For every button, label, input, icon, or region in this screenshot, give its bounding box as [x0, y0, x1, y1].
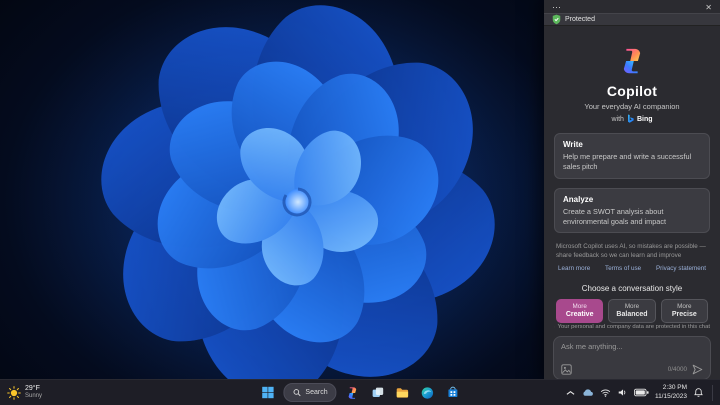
with-label: with	[611, 115, 624, 123]
tray-time: 2:30 PM	[662, 384, 687, 392]
ai-disclaimer-text: Microsoft Copilot uses AI, so mistakes a…	[556, 243, 706, 260]
add-image-icon[interactable]	[561, 364, 572, 375]
store-icon	[448, 386, 458, 397]
weather-condition: Sunny	[25, 393, 43, 400]
volume-icon[interactable]	[617, 387, 628, 398]
battery-icon[interactable]	[633, 388, 649, 397]
chat-input[interactable]	[561, 342, 703, 359]
copilot-title: Copilot	[606, 83, 658, 99]
card-body: Create a SWOT analysis about environment…	[563, 206, 667, 226]
chat-composer[interactable]: 0/4000	[553, 336, 711, 380]
card-title: Analyze	[563, 194, 594, 204]
clock-widget[interactable]: 2:30 PM 11/15/2023	[655, 384, 687, 401]
taskbar-center-icons: Search	[258, 380, 461, 405]
tray-date: 11/15/2023	[654, 392, 687, 400]
suggestion-card-analyze[interactable]: Analyze Create a SWOT analysis about env…	[554, 187, 710, 234]
edge-icon	[421, 386, 434, 399]
search-label: Search	[305, 389, 328, 396]
conversation-style-heading: Choose a conversation style	[581, 284, 683, 293]
copilot-hero: Copilot Your everyday AI companion with …	[544, 46, 720, 124]
notification-bell-icon[interactable]	[693, 387, 704, 398]
style-more-creative-button[interactable]: More Creative	[556, 299, 604, 323]
copilot-taskbar-button[interactable]	[344, 384, 362, 402]
wifi-icon[interactable]	[600, 387, 611, 398]
suggestion-card-write[interactable]: Write Help me prepare and write a succes…	[554, 133, 710, 179]
composer-toolbar: 0/4000	[561, 364, 703, 375]
search-icon	[293, 389, 301, 397]
conversation-style-picker: More Creative More Balanced More Precise	[556, 299, 708, 323]
file-explorer-button[interactable]	[394, 384, 412, 402]
data-protection-note: Your personal and company data are prote…	[554, 324, 710, 330]
card-body: Help me prepare and write a successful s…	[563, 152, 692, 171]
copilot-tagline: Your everyday AI companion	[584, 102, 680, 111]
style-more-balanced-button[interactable]: More Balanced	[608, 299, 656, 323]
bing-icon	[627, 114, 634, 123]
windows-logo-icon	[261, 386, 274, 399]
taskbar-search-box[interactable]: Search	[283, 383, 337, 402]
taskbar: 29°F Sunny Search 2:30 PM 11/15/2023	[0, 379, 720, 405]
start-button[interactable]	[258, 384, 276, 402]
with-bing-row: with Bing	[544, 114, 720, 124]
tray-chevron-up-icon[interactable]	[566, 390, 575, 396]
legal-links: Learn more Terms of use Privacy statemen…	[558, 265, 706, 272]
onedrive-icon[interactable]	[581, 388, 594, 397]
close-icon[interactable]: ✕	[705, 3, 712, 12]
weather-temperature: 29°F	[25, 384, 40, 392]
copilot-icon	[348, 386, 357, 399]
style-more-precise-button[interactable]: More Precise	[660, 299, 708, 323]
bing-label: Bing	[636, 115, 653, 123]
weather-widget[interactable]: 29°F Sunny	[7, 380, 42, 405]
card-title: Write	[563, 140, 583, 149]
edge-browser-button[interactable]	[419, 384, 437, 402]
task-view-icon	[372, 387, 383, 397]
system-tray: 2:30 PM 11/15/2023	[566, 380, 715, 405]
send-icon[interactable]	[692, 364, 703, 375]
privacy-link[interactable]: Privacy statement	[656, 265, 706, 272]
task-view-button[interactable]	[369, 384, 387, 402]
char-counter: 0/4000	[667, 366, 687, 373]
more-options-icon[interactable]: ⋯	[552, 3, 561, 12]
microsoft-store-button[interactable]	[444, 384, 462, 402]
sun-icon	[7, 385, 21, 400]
learn-more-link[interactable]: Learn more	[558, 265, 590, 272]
copilot-sidebar: ⋯ ✕ Protected Copilot Your everyday AI c…	[544, 0, 720, 380]
copilot-logo-icon	[617, 46, 647, 76]
copilot-titlebar: ⋯ ✕	[544, 0, 720, 13]
protected-badge: Protected	[544, 13, 720, 26]
terms-link[interactable]: Terms of use	[605, 265, 641, 272]
file-explorer-icon	[396, 387, 409, 398]
show-desktop-button[interactable]	[712, 384, 715, 401]
protected-label: Protected	[565, 16, 595, 23]
shield-outline-icon	[554, 326, 555, 328]
shield-check-icon	[552, 14, 561, 25]
